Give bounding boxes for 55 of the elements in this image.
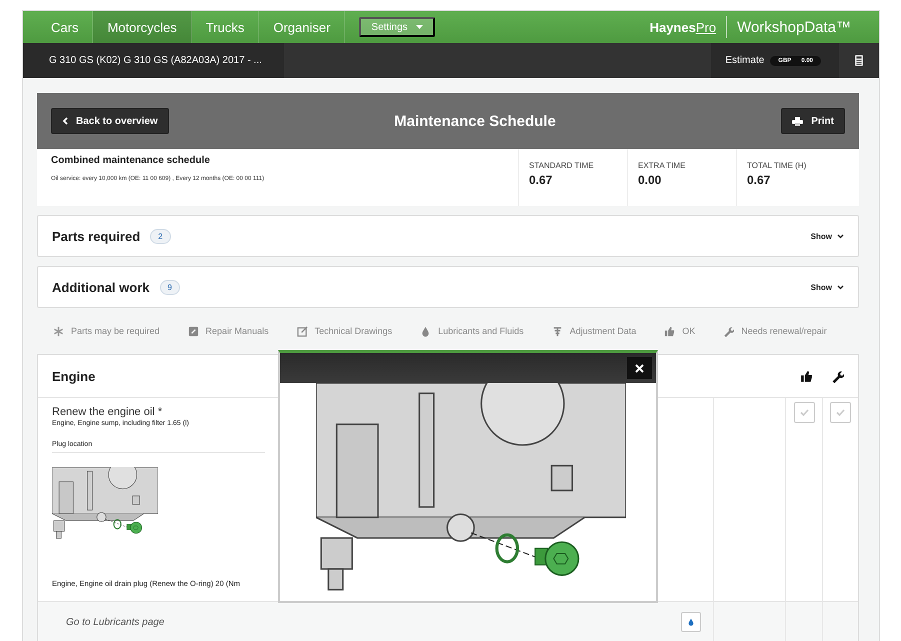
- print-button[interactable]: Print: [781, 108, 845, 134]
- legend-label: Needs renewal/repair: [741, 326, 827, 336]
- count-badge: 9: [160, 280, 180, 294]
- task-title: Renew the engine oil *: [52, 406, 164, 418]
- estimate-label: Estimate: [725, 55, 764, 66]
- checkbox[interactable]: [830, 402, 851, 423]
- time-value: 0.67: [529, 173, 554, 187]
- time-label: EXTRA TIME: [638, 161, 686, 170]
- legend-label: Technical Drawings: [314, 326, 392, 336]
- chevron-down-icon: [837, 234, 844, 238]
- chevron-left-icon: [62, 117, 68, 125]
- brand-logo: HaynesPro: [650, 20, 716, 34]
- time-value: 0.67: [747, 173, 772, 187]
- thumbs-up-icon: [800, 370, 813, 382]
- thumb-icon: [664, 326, 676, 336]
- check-icon: [800, 409, 808, 416]
- section-title: Additional work: [52, 280, 150, 294]
- legend-label: Repair Manuals: [206, 326, 269, 336]
- product-name: WorkshopData™: [737, 18, 851, 36]
- legend-label: Adjustment Data: [570, 326, 636, 336]
- legend-label: Parts may be required: [71, 326, 160, 336]
- page-title: Maintenance Schedule: [393, 112, 557, 130]
- drawing-icon: [296, 326, 308, 336]
- show-toggle[interactable]: Show: [810, 232, 844, 240]
- back-button[interactable]: Back to overview: [51, 108, 169, 134]
- legend-label: Lubricants and Fluids: [438, 326, 524, 336]
- time-label: STANDARD TIME: [529, 161, 595, 170]
- chevron-down-icon: [837, 284, 844, 290]
- lubricants-link[interactable]: Go to Lubricants page: [66, 616, 164, 628]
- show-toggle[interactable]: Show: [810, 282, 844, 292]
- close-button[interactable]: [627, 357, 652, 379]
- check-icon: [836, 409, 845, 416]
- close-icon: [635, 364, 644, 372]
- section-title: Parts required: [52, 228, 140, 244]
- asterisk-icon: [53, 326, 64, 336]
- adjust-icon: [552, 326, 563, 336]
- vehicle-title: G 310 GS (K02) G 310 GS (A82A03A) 2017 - ...: [23, 43, 284, 78]
- legend-label: OK: [682, 326, 696, 336]
- nav-tab[interactable]: Motorcycles: [93, 11, 192, 43]
- time-value: 0.00: [638, 173, 662, 187]
- drop-icon: [687, 617, 695, 627]
- printer-icon: [792, 116, 804, 126]
- caret-icon: [416, 25, 423, 29]
- engine-thumbnail[interactable]: [52, 467, 158, 539]
- time-label: TOTAL TIME (H): [747, 161, 808, 170]
- panel-title: Engine: [52, 368, 96, 384]
- drop-icon: [420, 326, 432, 336]
- schedule-title: Combined maintenance schedule: [51, 155, 211, 166]
- wrench-icon: [831, 370, 844, 382]
- wrench-icon: [723, 326, 734, 336]
- lubricants-button[interactable]: [681, 612, 701, 632]
- manual-icon: [188, 326, 199, 336]
- count-badge: 2: [150, 228, 171, 244]
- checkbox[interactable]: [794, 402, 814, 423]
- calculator-icon[interactable]: [855, 55, 863, 66]
